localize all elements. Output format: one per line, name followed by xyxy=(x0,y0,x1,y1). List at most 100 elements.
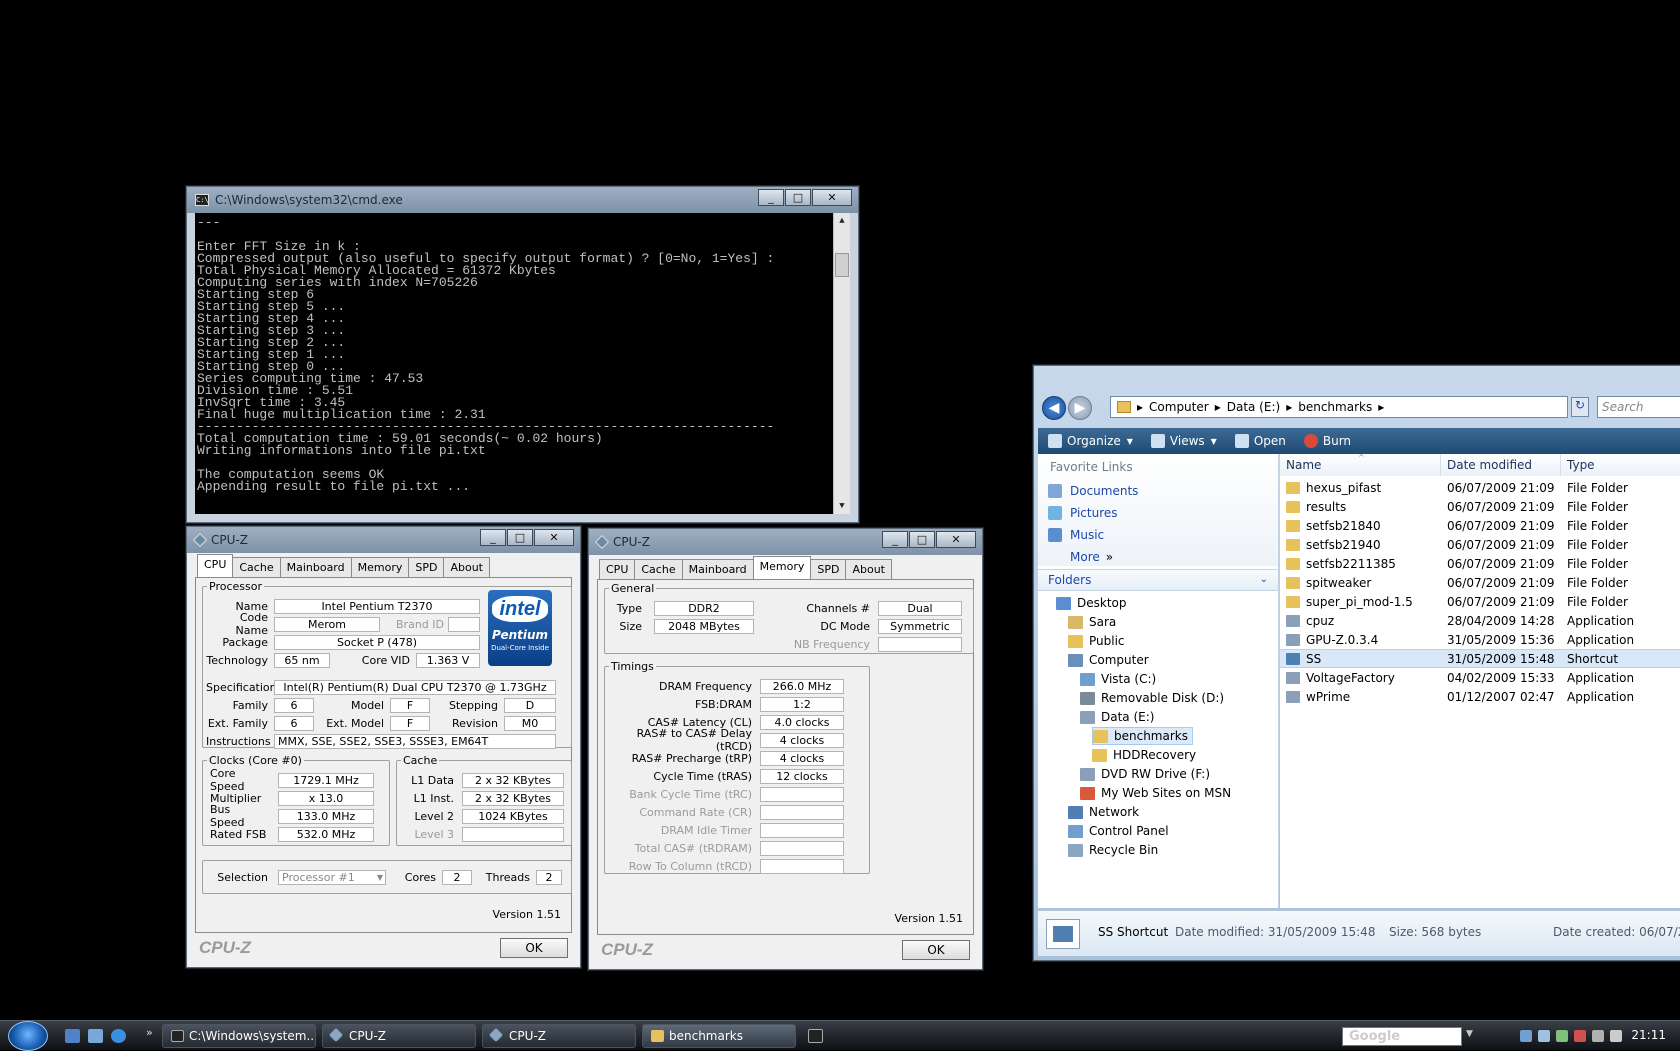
file-row[interactable]: VoltageFactory 04/02/2009 15:33 Applicatio… xyxy=(1280,668,1680,687)
taskbar-benchmarks-button[interactable]: benchmarks xyxy=(642,1024,796,1048)
close-button[interactable]: ✕ xyxy=(936,531,976,548)
file-row[interactable]: wPrime 01/12/2007 02:47 Application xyxy=(1280,687,1680,706)
column-date-modified[interactable]: Date modified xyxy=(1441,454,1561,476)
tab-mainboard[interactable]: Mainboard xyxy=(681,559,754,579)
cmd-window[interactable]: C:\ C:\Windows\system32\cmd.exe _ □ ✕ --… xyxy=(186,186,859,523)
tab-cpu[interactable]: CPU xyxy=(599,559,636,579)
fav-music[interactable]: Music xyxy=(1048,528,1104,542)
file-row[interactable]: super_pi_mod-1.5 06/07/2009 21:09 File Fol… xyxy=(1280,592,1680,611)
breadcrumb-computer[interactable]: Computer xyxy=(1149,400,1209,414)
tree-item[interactable]: Public xyxy=(1068,632,1125,650)
file-row[interactable]: cpuz 28/04/2009 14:28 Application xyxy=(1280,611,1680,630)
search-input[interactable]: Search xyxy=(1597,396,1680,418)
burn-button[interactable]: Burn xyxy=(1303,434,1351,448)
tree-item[interactable]: Desktop xyxy=(1056,594,1127,612)
tray-network-icon[interactable] xyxy=(1520,1030,1532,1042)
breadcrumb-data-e[interactable]: Data (E:) xyxy=(1227,400,1280,414)
tree-item[interactable]: Computer xyxy=(1068,651,1149,669)
cpuz-memory-window[interactable]: CPU-Z _ □ ✕ CPU Cache Mainboard Memory S… xyxy=(588,528,983,970)
scroll-thumb[interactable] xyxy=(835,253,849,277)
column-name[interactable]: Name ^ xyxy=(1280,454,1441,476)
scroll-up-icon[interactable]: ▲ xyxy=(834,213,850,229)
cmd-titlebar[interactable]: C:\ C:\Windows\system32\cmd.exe _ □ ✕ xyxy=(187,187,858,213)
views-button[interactable]: Views ▼ xyxy=(1150,434,1217,448)
tab-spd[interactable]: SPD xyxy=(810,559,847,579)
fav-more[interactable]: More » xyxy=(1070,550,1113,564)
ok-button[interactable]: OK xyxy=(902,940,970,960)
file-row[interactable]: GPU-Z.0.3.4 31/05/2009 15:36 Application xyxy=(1280,630,1680,649)
close-button[interactable]: ✕ xyxy=(534,529,574,546)
fav-pictures[interactable]: Pictures xyxy=(1048,506,1118,520)
file-row[interactable]: spitweaker 06/07/2009 21:09 File Folder xyxy=(1280,573,1680,592)
tab-cpu[interactable]: CPU xyxy=(197,554,234,577)
address-bar[interactable]: ▸ Computer ▸ Data (E:) ▸ benchmarks ▸ xyxy=(1110,396,1568,418)
column-type[interactable]: Type xyxy=(1561,454,1680,476)
tray-security-icon[interactable] xyxy=(1574,1030,1586,1042)
cmd-icon[interactable] xyxy=(808,1029,823,1043)
minimize-button[interactable]: _ xyxy=(480,529,506,546)
tab-memory[interactable]: Memory xyxy=(752,556,812,579)
switch-windows-icon[interactable] xyxy=(88,1029,103,1043)
cpuz2-titlebar[interactable]: CPU-Z _ □ ✕ xyxy=(589,529,982,555)
show-desktop-icon[interactable] xyxy=(65,1029,80,1043)
maximize-button[interactable]: □ xyxy=(785,189,811,206)
start-button[interactable] xyxy=(8,1021,48,1051)
scroll-down-icon[interactable]: ▼ xyxy=(834,498,850,514)
minimize-button[interactable]: _ xyxy=(758,189,784,206)
minimize-button[interactable]: _ xyxy=(882,531,908,548)
tray-power-icon[interactable] xyxy=(1556,1030,1568,1042)
tray-device-icon[interactable] xyxy=(1592,1030,1604,1042)
tree-item[interactable]: Vista (C:) xyxy=(1080,670,1156,688)
tree-item[interactable]: benchmarks xyxy=(1092,727,1193,745)
console-output[interactable]: --- Enter FFT Size in k : Compressed outpu… xyxy=(195,213,850,514)
tree-item[interactable]: Control Panel xyxy=(1068,822,1169,840)
file-row[interactable]: setfsb21940 06/07/2009 21:09 File Folder xyxy=(1280,535,1680,554)
tab-about[interactable]: About xyxy=(845,559,892,579)
taskbar-cpuz-button-1[interactable]: CPU-Z xyxy=(322,1024,476,1048)
breadcrumb-benchmarks[interactable]: benchmarks xyxy=(1298,400,1372,414)
back-button[interactable]: ◀ xyxy=(1042,396,1066,420)
tree-item[interactable]: HDDRecovery xyxy=(1092,746,1196,764)
tray-volume-icon[interactable] xyxy=(1538,1030,1550,1042)
refresh-icon[interactable]: ↻ xyxy=(1571,397,1589,417)
tab-cache[interactable]: Cache xyxy=(634,559,683,579)
file-row[interactable]: SS 31/05/2009 15:48 Shortcut xyxy=(1280,649,1680,668)
fav-documents[interactable]: Documents xyxy=(1048,484,1138,498)
organize-button[interactable]: Organize ▼ xyxy=(1048,434,1133,448)
ok-button[interactable]: OK xyxy=(500,938,568,958)
tab-spd[interactable]: SPD xyxy=(408,557,445,577)
google-search-box[interactable]: Google xyxy=(1342,1027,1462,1046)
tree-item[interactable]: Network xyxy=(1068,803,1139,821)
maximize-button[interactable]: □ xyxy=(507,529,533,546)
tray-speaker-icon[interactable] xyxy=(1610,1030,1622,1042)
cpuz-cpu-window[interactable]: CPU-Z _ □ ✕ CPU Cache Mainboard Memory S… xyxy=(186,526,581,968)
tree-item[interactable]: Data (E:) xyxy=(1080,708,1154,726)
open-button[interactable]: Open xyxy=(1234,434,1286,448)
console-scrollbar[interactable]: ▲ ▼ xyxy=(833,213,850,514)
tab-about[interactable]: About xyxy=(443,557,490,577)
file-row[interactable]: setfsb2211385 06/07/2009 21:09 File Folder xyxy=(1280,554,1680,573)
file-row[interactable]: setfsb21840 06/07/2009 21:09 File Folder xyxy=(1280,516,1680,535)
close-button[interactable]: ✕ xyxy=(812,189,852,206)
tab-memory[interactable]: Memory xyxy=(350,557,410,577)
tree-item[interactable]: Removable Disk (D:) xyxy=(1080,689,1224,707)
forward-button[interactable]: ▶ xyxy=(1068,396,1092,420)
clock[interactable]: 21:11 xyxy=(1631,1028,1666,1042)
tree-item[interactable]: My Web Sites on MSN xyxy=(1080,784,1231,802)
cpuz1-titlebar[interactable]: CPU-Z _ □ ✕ xyxy=(187,527,580,553)
folders-header[interactable]: Folders ⌄ xyxy=(1038,569,1278,591)
explorer-window[interactable]: ◀ ▶ ▸ Computer ▸ Data (E:) ▸ benchmarks … xyxy=(1033,365,1680,961)
tree-item[interactable]: DVD RW Drive (F:) xyxy=(1080,765,1210,783)
tree-item[interactable]: Sara xyxy=(1068,613,1116,631)
processor-select[interactable]: Processor #1 ▼ xyxy=(278,869,386,885)
file-row[interactable]: hexus_pifast 06/07/2009 21:09 File Folder xyxy=(1280,478,1680,497)
taskbar-cpuz-button-2[interactable]: CPU-Z xyxy=(482,1024,636,1048)
internet-explorer-icon[interactable] xyxy=(111,1029,126,1043)
maximize-button[interactable]: □ xyxy=(909,531,935,548)
tab-cache[interactable]: Cache xyxy=(232,557,281,577)
chevron-down-icon[interactable]: ▼ xyxy=(1466,1029,1473,1039)
double-chevron-right-icon[interactable]: » xyxy=(146,1026,153,1039)
tree-item[interactable]: Recycle Bin xyxy=(1068,841,1158,859)
tab-mainboard[interactable]: Mainboard xyxy=(279,557,352,577)
taskbar-cmd-button[interactable]: C:\Windows\system... xyxy=(162,1024,316,1048)
